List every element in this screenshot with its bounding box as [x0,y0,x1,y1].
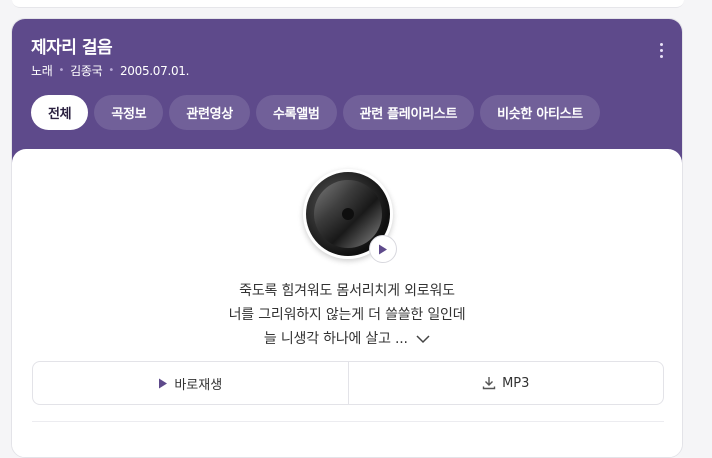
lyrics-preview: 죽도록 힘겨워도 몸서리치게 외로워도 너를 그리워하지 않는게 더 쓸쓸한 일… [12,279,682,351]
tab-related-playlists[interactable]: 관련 플레이리스트 [342,95,475,130]
divider [32,421,664,422]
song-body: 죽도록 힘겨워도 몸서리치게 외로워도 너를 그리워하지 않는게 더 쓸쓸한 일… [12,149,682,457]
chevron-down-icon[interactable] [416,334,430,344]
mp3-label: MP3 [502,375,530,391]
separator-dot: • [58,65,65,76]
tab-song-info[interactable]: 곡정보 [94,95,164,130]
song-header: 제자리 걸음 노래 • 김종국 • 2005.07.01. 전체 곡정보 관련영… [12,19,682,169]
play-icon [159,378,168,388]
lyrics-line-text: 늘 니생각 하나에 살고 ... [263,331,408,347]
more-vertical-icon[interactable] [660,43,664,58]
tab-all[interactable]: 전체 [31,95,89,130]
play-icon[interactable] [369,235,397,263]
song-card: 제자리 걸음 노래 • 김종국 • 2005.07.01. 전체 곡정보 관련영… [11,18,683,458]
action-bar: 바로재생 MP3 [32,361,664,405]
song-meta: 노래 • 김종국 • 2005.07.01. [31,62,662,79]
mp3-download-button[interactable]: MP3 [347,362,664,404]
song-release-date: 2005.07.01. [119,63,190,78]
lyrics-line: 너를 그리워하지 않는게 더 쓸쓸한 일인데 [228,307,466,323]
song-type: 노래 [31,64,53,78]
separator-dot: • [108,65,114,76]
song-title[interactable]: 제자리 걸음 [31,37,662,59]
download-icon [482,377,496,390]
tab-related-videos[interactable]: 관련영상 [169,95,250,130]
tab-albums[interactable]: 수록앨범 [255,95,337,130]
lyrics-line: 늘 니생각 하나에 살고 ... [12,327,682,351]
tab-similar-artists[interactable]: 비슷한 아티스트 [480,95,600,130]
song-artist[interactable]: 김종국 [70,62,103,79]
tab-bar: 전체 곡정보 관련영상 수록앨범 관련 플레이리스트 비슷한 아티스트 [31,95,662,130]
previous-card-edge [12,0,684,8]
lyrics-line: 죽도록 힘겨워도 몸서리치게 외로워도 [239,283,455,299]
play-now-label: 바로재생 [174,377,223,393]
play-now-button[interactable]: 바로재생 [33,362,348,404]
